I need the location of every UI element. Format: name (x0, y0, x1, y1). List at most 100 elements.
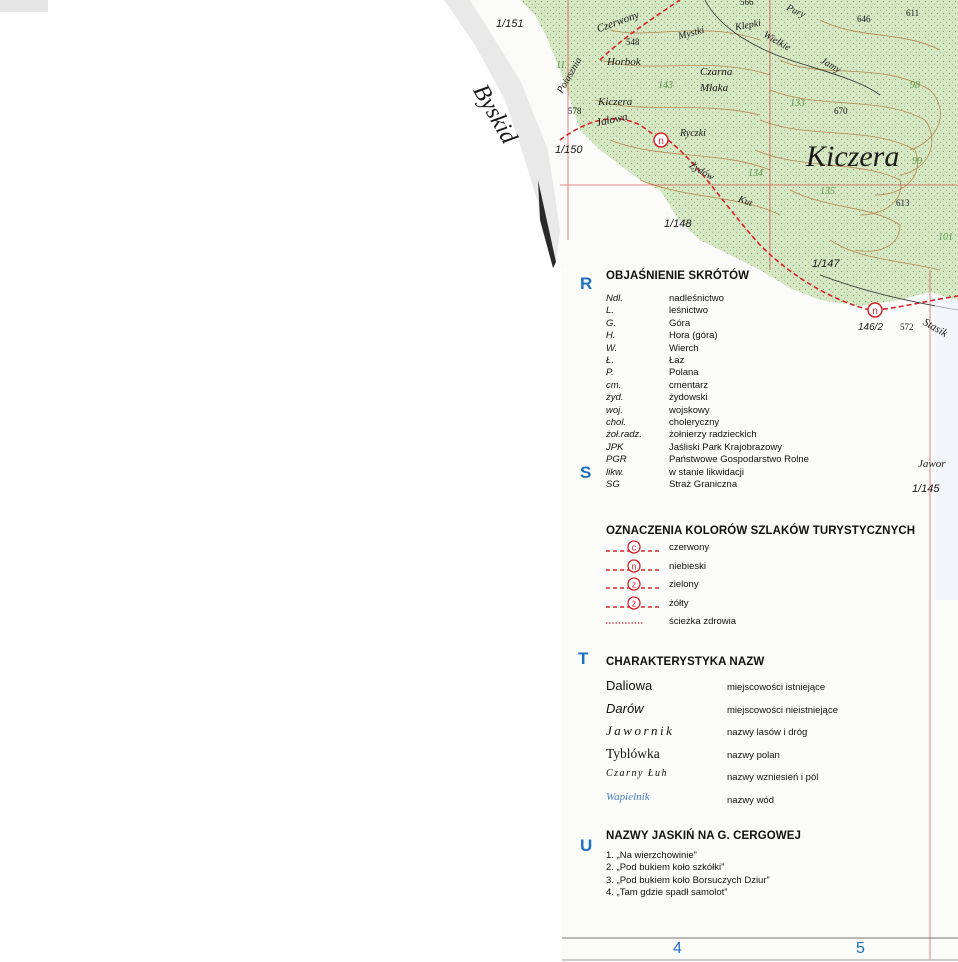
trail-marker-icon: c (606, 540, 662, 554)
page-number-left: 4 (673, 940, 682, 957)
name-style-row: Darów miejscowości nieistniejące (606, 701, 906, 721)
section-title-names: CHARAKTERYSTYKA NAZW (606, 656, 765, 668)
trail-row: n niebieski (606, 558, 906, 575)
section-letter: U (580, 836, 593, 855)
trail-marker-letter: ż (632, 598, 637, 608)
trail-marker-icon: z (606, 577, 662, 591)
section-letter: R (580, 274, 593, 293)
abbreviation-key: W. (606, 342, 618, 354)
cave-item: 3. „Pod bukiem koło Borsuczych Dziur” (606, 874, 770, 886)
trail-label: żółty (669, 597, 689, 609)
name-style-row: Jawornik nazwy lasów i dróg (606, 723, 906, 743)
abbreviation-row: woj. wojskowy (606, 405, 906, 417)
trail-row: ż żółty (606, 595, 906, 612)
abbreviation-meaning: cmentarz (669, 379, 709, 391)
section-title-trails: OZNACZENIA KOLORÓW SZLAKÓW TURYSTYCZNYCH (606, 525, 916, 537)
section-title-caves: NAZWY JASKIŃ NA G. CERGOWEJ (606, 830, 802, 842)
elevation-label: 670 (834, 106, 848, 116)
abbreviation-key: żoł.radz. (606, 429, 642, 441)
trail-marker-icon: ż (606, 595, 662, 610)
section-letter: S (580, 463, 592, 482)
abbreviation-key: cm. (606, 379, 622, 391)
forest-unit-number: 135 (820, 186, 835, 197)
name-description: miejscowości nieistniejące (727, 704, 838, 716)
name-description: nazwy lasów i dróg (727, 727, 808, 738)
forest-unit-number: 133 (790, 98, 805, 109)
abbreviation-meaning: Hora (góra) (669, 330, 718, 342)
elevation-label: 548 (626, 37, 640, 47)
forest-unit-number: 134 (748, 168, 763, 179)
trail-label: zielony (669, 579, 699, 590)
sheet-label: 1/148 (664, 218, 692, 230)
elevation-label: 646 (857, 14, 871, 24)
name-description: nazwy wzniesień i pól (727, 772, 819, 783)
name-example: Darów (606, 700, 644, 716)
abbreviation-meaning: Państwowe Gospodarstwo Rolne (669, 454, 809, 466)
abbreviation-key: chol. (606, 417, 627, 428)
abbreviation-meaning: nadleśnictwo (669, 293, 724, 304)
forest-unit-number: 101 (938, 232, 953, 243)
abbreviation-key: P. (606, 367, 614, 379)
abbreviation-meaning: Góra (669, 317, 691, 329)
name-example: Jawornik (606, 723, 675, 738)
abbreviation-meaning: Jaśliski Park Krajobrazowy (669, 441, 782, 453)
abbreviation-row: likw. w stanie likwidacji (606, 467, 906, 479)
sheet-label: 1/150 (555, 144, 583, 156)
forest-unit-number: 11 (556, 60, 566, 71)
abbreviation-key: PGR (606, 454, 627, 466)
forest-unit-number: 143 (658, 80, 673, 91)
name-example: Czarny Łuh (606, 768, 668, 779)
place-label-kiczera-large: Kiczera (806, 140, 900, 173)
abbreviation-key: Ndl. (606, 293, 623, 304)
name-style-row: Daliowa miejscowości istniejące (606, 678, 906, 698)
name-example: Daliowa (606, 678, 653, 693)
trail-row: c czerwony (606, 540, 906, 556)
abbreviation-row: W. Wierch (606, 343, 906, 355)
abbreviation-row: PGR Państwowe Gospodarstwo Rolne (606, 454, 906, 466)
abbreviation-row: Ł. Łaz (606, 355, 906, 367)
abbreviation-meaning: Łaz (669, 355, 685, 366)
place-label: Ryczki (680, 128, 706, 139)
name-description: nazwy wód (727, 794, 774, 806)
abbreviation-key: H. (606, 330, 616, 342)
abbreviation-row: H. Hora (góra) (606, 330, 906, 342)
abbreviation-meaning: żołnierzy radzieckich (669, 429, 757, 441)
trail-row: z zielony (606, 577, 906, 593)
section-letter: T (578, 649, 589, 668)
abbreviation-key: JPK (606, 441, 624, 453)
name-description: nazwy polan (727, 749, 780, 761)
abbreviation-meaning: wojskowy (669, 404, 710, 416)
cave-item: 2. „Pod bukiem koło szkółki” (606, 862, 725, 874)
abbreviation-row: JPK Jaśliski Park Krajobrazowy (606, 442, 906, 454)
trail-label: niebieski (669, 560, 706, 572)
abbreviation-row: chol. choleryczny (606, 417, 906, 429)
name-style-row: Czarny Łuh nazwy wzniesień i pól (606, 768, 906, 788)
abbreviation-row: P. Polana (606, 367, 906, 379)
elevation-label: 613 (896, 198, 910, 208)
place-label: Horbok (607, 56, 641, 68)
name-example: Tyblówka (606, 745, 660, 761)
trail-row: ścieżka zdrowia (606, 614, 906, 630)
abbreviation-key: likw. (606, 466, 624, 478)
elevation-label: 611 (906, 8, 920, 18)
abbreviation-row: cm. cmentarz (606, 380, 906, 392)
place-label: Czarna (700, 66, 733, 78)
abbreviation-key: żyd. (606, 392, 624, 404)
abbreviation-meaning: Polana (669, 367, 699, 379)
abbreviation-key: L. (606, 305, 614, 317)
abbreviation-key: woj. (606, 404, 623, 416)
trail-label: czerwony (669, 542, 710, 553)
name-style-row: Tyblówka nazwy polan (606, 746, 906, 766)
abbreviation-key: Ł. (606, 355, 614, 366)
abbreviation-key: G. (606, 317, 617, 329)
place-label: Młaka (700, 82, 729, 94)
section-title-abbreviations: OBJAŚNIENIE SKRÓTÓW (606, 270, 750, 282)
abbreviation-meaning: leśnictwo (669, 305, 709, 317)
abbreviation-row: żoł.radz. żołnierzy radzieckich (606, 429, 906, 441)
page-number-right: 5 (856, 940, 865, 957)
abbreviation-key: SG (606, 479, 620, 490)
abbreviation-row: L. leśnictwo (606, 305, 906, 317)
trail-marker-icon: n (606, 558, 662, 573)
abbreviation-row: G. Góra (606, 318, 906, 330)
forest-unit-number: 99 (912, 156, 922, 167)
